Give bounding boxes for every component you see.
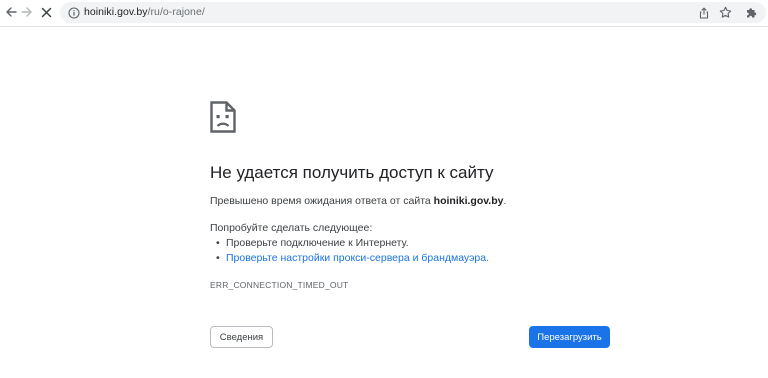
timeout-message-end: . [503, 195, 507, 207]
error-code: ERR_CONNECTION_TIMED_OUT [210, 280, 349, 290]
address-path: /ru/o-rajone/ [147, 6, 205, 18]
error-timeout-message: Превышено время ожидания ответа от сайта… [210, 195, 506, 207]
stop-loading-icon[interactable] [37, 3, 55, 21]
browser-toolbar: hoiniki.gov.by/ru/o-rajone/ [0, 0, 768, 27]
suggestion-check-connection: Проверьте подключение к Интернету. [216, 237, 409, 249]
forward-arrow-icon[interactable] [18, 3, 36, 21]
address-bar[interactable]: hoiniki.gov.by/ru/o-rajone/ [60, 2, 766, 23]
try-heading: Попробуйте сделать следующее: [210, 222, 373, 234]
address-url[interactable]: hoiniki.gov.by/ru/o-rajone/ [84, 2, 205, 23]
timeout-message-text: Превышено время ожидания ответа от сайта [210, 195, 434, 207]
suggestion-check-proxy-link[interactable]: Проверьте настройки прокси-сервера и бра… [216, 252, 489, 264]
error-title: Не удается получить доступ к сайту [210, 163, 494, 182]
sad-document-icon [210, 101, 236, 133]
address-host: hoiniki.gov.by [84, 6, 148, 18]
extensions-icon[interactable] [744, 5, 759, 20]
site-info-icon[interactable] [66, 5, 81, 20]
bookmark-star-icon[interactable] [718, 5, 733, 20]
reload-button[interactable]: Перезагрузить [529, 326, 610, 348]
share-icon[interactable] [696, 5, 711, 20]
timeout-host: hoiniki.gov.by [433, 195, 504, 207]
details-button[interactable]: Сведения [210, 326, 273, 348]
